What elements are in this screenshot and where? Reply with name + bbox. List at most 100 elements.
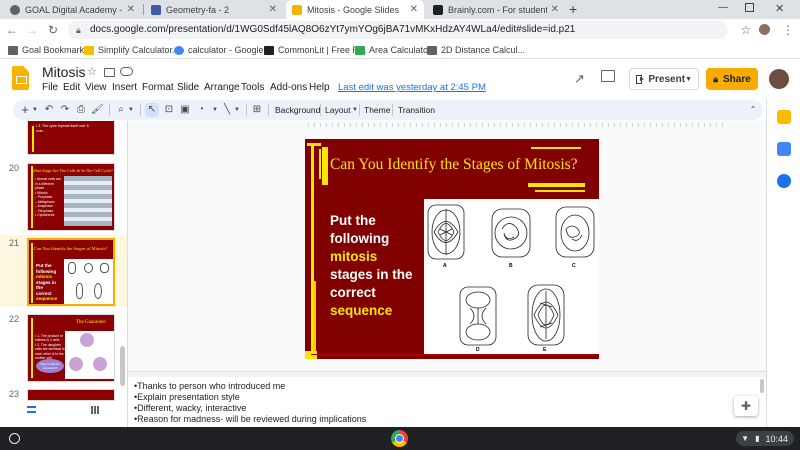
undo-icon[interactable]: ↶ bbox=[43, 103, 55, 117]
slide-thumbnail-21[interactable]: Can You Identify the Stages of Mitosis? … bbox=[27, 238, 115, 306]
calendar-icon[interactable] bbox=[777, 174, 791, 188]
thumb-mitosis-diagram bbox=[64, 259, 113, 304]
back-arrow-icon[interactable]: ← bbox=[4, 22, 20, 38]
address-bar[interactable]: 🔒︎ docs.google.com/presentation/d/1WG0Sd… bbox=[68, 21, 728, 39]
account-avatar[interactable] bbox=[769, 69, 789, 89]
shape-icon[interactable]: ◔ bbox=[195, 103, 207, 117]
slide-title[interactable]: Can You Identify the Stages of Mitosis? bbox=[330, 156, 599, 174]
chevron-down-icon[interactable]: ▼ bbox=[685, 76, 692, 83]
last-edit-link[interactable]: Last edit was yesterday at 2:45 PM bbox=[338, 82, 486, 93]
slide-thumbnail-19[interactable]: • 3. The cycle repeats itself over & ove… bbox=[27, 121, 115, 155]
menu-file[interactable]: File bbox=[42, 82, 58, 93]
menu-format[interactable]: Format bbox=[142, 82, 174, 93]
slide-thumbnail-23[interactable] bbox=[27, 389, 115, 401]
close-icon[interactable]: ✕ bbox=[551, 4, 559, 15]
new-tab-button[interactable]: + bbox=[569, 1, 577, 17]
slide-body-text[interactable]: Put the following mitosis stages in the … bbox=[330, 212, 425, 320]
chevron-down-icon[interactable]: ▼ bbox=[127, 103, 135, 117]
current-slide[interactable]: Can You Identify the Stages of Mitosis? … bbox=[305, 139, 599, 359]
thumb-division-diagram bbox=[65, 331, 114, 379]
chevron-down-icon[interactable]: ▼ bbox=[31, 103, 39, 117]
comment-history-icon[interactable] bbox=[601, 70, 615, 82]
bookmark-label: calculator - Google... bbox=[188, 45, 272, 55]
chevron-up-icon[interactable]: ⌃ bbox=[748, 103, 758, 117]
maximize-icon[interactable] bbox=[745, 3, 754, 12]
grid-view-icon[interactable] bbox=[91, 406, 99, 414]
keep-icon[interactable] bbox=[777, 110, 791, 124]
toolbar-divider bbox=[140, 104, 141, 116]
move-folder-icon[interactable] bbox=[104, 68, 115, 77]
minimize-icon[interactable]: — bbox=[718, 2, 728, 13]
share-button[interactable]: 🔒︎ Share bbox=[706, 68, 758, 90]
close-window-icon[interactable]: ✕ bbox=[775, 2, 784, 15]
line-icon[interactable]: ╲ bbox=[221, 103, 233, 117]
select-cursor-icon[interactable]: ↖ bbox=[145, 103, 159, 117]
bookmark-star-icon[interactable]: ☆ bbox=[738, 22, 754, 38]
image-icon[interactable]: ▣ bbox=[179, 103, 191, 117]
menu-insert[interactable]: Insert bbox=[112, 82, 137, 93]
menu-arrange[interactable]: Arrange bbox=[204, 82, 240, 93]
notes-scrollbar[interactable] bbox=[760, 379, 764, 393]
chevron-down-icon[interactable]: ▼ bbox=[211, 103, 219, 117]
thumb-bullets: • Almost cells are in a different phase … bbox=[35, 177, 61, 218]
layout-button[interactable]: Layout bbox=[325, 103, 351, 117]
menu-tools[interactable]: Tools bbox=[241, 82, 264, 93]
print-icon[interactable]: ⎙ bbox=[75, 103, 87, 117]
bookmark-distance[interactable]: 2D Distance Calcul... bbox=[427, 43, 525, 57]
slide-number: 21 bbox=[9, 238, 20, 248]
insert-comment-icon[interactable]: ⊞ bbox=[251, 103, 263, 117]
chrome-icon[interactable] bbox=[391, 430, 408, 447]
os-shelf: ▼ ▮ 10:44 bbox=[0, 427, 800, 450]
launcher-icon[interactable] bbox=[9, 433, 20, 444]
more-menu-icon[interactable]: ⋮ bbox=[780, 22, 796, 38]
mitosis-stages-diagram[interactable]: A B C D E bbox=[424, 199, 599, 354]
close-icon[interactable]: ✕ bbox=[269, 4, 277, 15]
star-icon[interactable]: ☆ bbox=[87, 65, 97, 78]
thumb-bullet: • 1. The product of mitosis is 2 cells bbox=[35, 334, 63, 343]
accent-bar bbox=[528, 183, 585, 187]
menu-slide[interactable]: Slide bbox=[177, 82, 199, 93]
filmstrip-scrollbar[interactable] bbox=[120, 346, 125, 386]
new-slide-icon[interactable]: + bbox=[19, 103, 31, 117]
profile-avatar[interactable] bbox=[759, 24, 770, 35]
bookmark-commonlit[interactable]: CommonLit | Free R... bbox=[264, 43, 366, 57]
menu-help[interactable]: Help bbox=[309, 82, 330, 93]
slide-thumbnail-22[interactable]: The Guarantee • 1. The product of mitosi… bbox=[27, 314, 115, 382]
status-tray[interactable]: ▼ ▮ 10:44 bbox=[736, 431, 794, 446]
redo-icon[interactable]: ↷ bbox=[59, 103, 71, 117]
browser-tab-goal[interactable]: GOAL Digital Academy - Attendan ✕ bbox=[4, 0, 141, 19]
slides-logo-icon[interactable] bbox=[12, 66, 29, 90]
present-button[interactable]: Present ▼ bbox=[629, 68, 699, 90]
close-icon[interactable]: ✕ bbox=[410, 4, 418, 15]
background-button[interactable]: Background bbox=[275, 103, 320, 117]
thumb-bullet: over... bbox=[36, 129, 46, 133]
activity-dashboard-icon[interactable]: ↗ bbox=[574, 71, 585, 87]
bookmark-area[interactable]: Area Calculator bbox=[355, 43, 431, 57]
chevron-down-icon[interactable]: ▼ bbox=[351, 103, 359, 117]
slide-thumbnail-20[interactable]: What Stage Are The Cells In In The Cell … bbox=[27, 163, 115, 231]
menu-edit[interactable]: Edit bbox=[63, 82, 80, 93]
explore-button[interactable]: ✚ bbox=[734, 396, 758, 416]
bookmark-goal[interactable]: Goal Bookmarks bbox=[8, 43, 89, 57]
browser-tab-mitosis[interactable]: Mitosis - Google Slides ✕ bbox=[286, 0, 424, 19]
paint-format-icon[interactable]: 🖌︎ bbox=[91, 103, 104, 117]
chevron-down-icon[interactable]: ▼ bbox=[233, 103, 241, 117]
bookmark-simplify[interactable]: Simplify Calculator... bbox=[84, 43, 180, 57]
transition-button[interactable]: Transition bbox=[398, 103, 435, 117]
forward-arrow-icon[interactable]: → bbox=[24, 22, 40, 38]
browser-tab-brainly[interactable]: Brainly.com - For students. By stu ✕ bbox=[427, 0, 565, 19]
text-box-icon[interactable]: ⊡ bbox=[163, 103, 175, 117]
menu-view[interactable]: View bbox=[85, 82, 107, 93]
tasks-icon[interactable] bbox=[777, 142, 791, 156]
filmstrip-view-icon[interactable] bbox=[27, 406, 36, 413]
accent-bar bbox=[305, 351, 317, 359]
speaker-notes[interactable]: •Thanks to person who introduced me •Exp… bbox=[128, 377, 766, 427]
close-icon[interactable]: ✕ bbox=[127, 4, 135, 15]
menu-addons[interactable]: Add-ons bbox=[270, 82, 307, 93]
theme-button[interactable]: Theme bbox=[364, 103, 390, 117]
document-title[interactable]: Mitosis bbox=[42, 64, 86, 80]
browser-tab-geometry[interactable]: Geometry-fa - 2 ✕ bbox=[145, 0, 283, 19]
bookmark-google-calculator[interactable]: calculator - Google... bbox=[174, 43, 271, 57]
zoom-icon[interactable]: ⌕ bbox=[115, 103, 127, 117]
reload-icon[interactable]: ↻ bbox=[45, 22, 61, 38]
